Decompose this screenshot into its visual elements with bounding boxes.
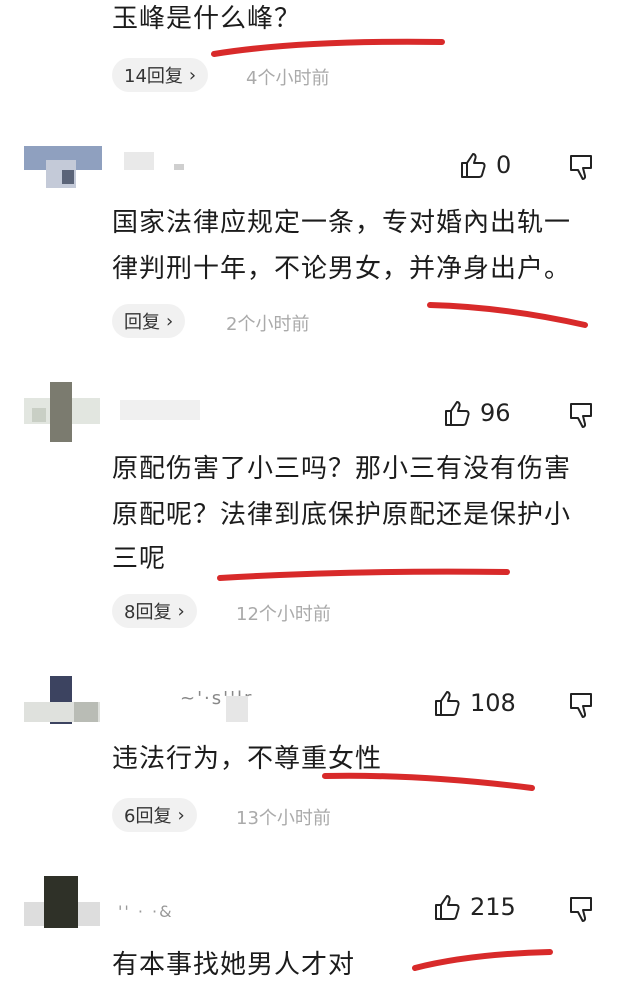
username-redacted bbox=[120, 400, 200, 420]
thumbs-up-icon bbox=[435, 895, 460, 920]
thumbs-up-icon bbox=[461, 153, 486, 178]
comment-text: 原配呢？法律到底保护原配还是保护小 bbox=[112, 500, 572, 530]
avatar bbox=[24, 146, 102, 188]
reply-button[interactable]: 6回复 › bbox=[112, 798, 197, 832]
avatar bbox=[24, 382, 100, 442]
thumbs-down-icon bbox=[570, 897, 592, 922]
thumbs-up-icon bbox=[435, 691, 460, 716]
timestamp: 4个小时前 bbox=[246, 68, 330, 89]
reply-label: 8回复 bbox=[124, 602, 172, 623]
reply-button[interactable]: 回复 › bbox=[112, 304, 186, 338]
comment-text: 律判刑十年，不论男女，并净身出户。 bbox=[112, 254, 572, 284]
like-button[interactable]: 108 bbox=[432, 688, 516, 718]
dislike-button[interactable] bbox=[568, 152, 596, 186]
like-button[interactable]: 96 bbox=[442, 398, 511, 428]
reply-label: 6回复 bbox=[124, 806, 172, 827]
like-count: 215 bbox=[470, 893, 516, 921]
like-button[interactable]: 215 bbox=[432, 892, 516, 922]
thumbs-down-icon bbox=[570, 155, 592, 180]
comment-text: 三呢 bbox=[112, 544, 167, 574]
comment-text: 原配伤害了小三吗？那小三有没有伤害 bbox=[112, 454, 572, 484]
timestamp: 12个小时前 bbox=[236, 604, 331, 625]
username-redacted bbox=[226, 696, 248, 722]
username-redacted bbox=[124, 152, 184, 170]
red-underline bbox=[217, 568, 510, 581]
like-count: 96 bbox=[480, 399, 511, 427]
dislike-button[interactable] bbox=[568, 400, 596, 434]
username: '' · ·& bbox=[118, 902, 174, 921]
timestamp: 2个小时前 bbox=[226, 314, 310, 335]
red-underline bbox=[211, 38, 445, 57]
avatar bbox=[24, 676, 100, 724]
comment-text: 有本事找她男人才对 bbox=[112, 950, 356, 980]
like-button[interactable]: 0 bbox=[458, 150, 511, 180]
reply-button[interactable]: 14回复 › bbox=[112, 58, 209, 92]
timestamp: 13个小时前 bbox=[236, 808, 331, 829]
thumbs-up-icon bbox=[445, 401, 470, 426]
like-count: 0 bbox=[496, 151, 512, 179]
avatar bbox=[24, 876, 100, 928]
comment-text: 国家法律应规定一条，专对婚內出轨一 bbox=[112, 208, 572, 238]
chevron-right-icon: › bbox=[188, 64, 197, 86]
chevron-right-icon: › bbox=[166, 310, 174, 332]
reply-label: 回复 bbox=[124, 312, 160, 333]
thumbs-down-icon bbox=[570, 693, 592, 718]
reply-label: 14回复 bbox=[124, 66, 183, 87]
dislike-button[interactable] bbox=[568, 894, 596, 928]
dislike-button[interactable] bbox=[568, 690, 596, 724]
chevron-right-icon: › bbox=[177, 600, 185, 622]
like-count: 108 bbox=[470, 689, 516, 717]
reply-button[interactable]: 8回复 › bbox=[112, 594, 197, 628]
red-underline bbox=[427, 302, 588, 328]
red-underline bbox=[322, 772, 535, 791]
red-underline bbox=[412, 949, 553, 971]
chevron-right-icon: › bbox=[177, 804, 185, 826]
thumbs-down-icon bbox=[570, 403, 592, 428]
